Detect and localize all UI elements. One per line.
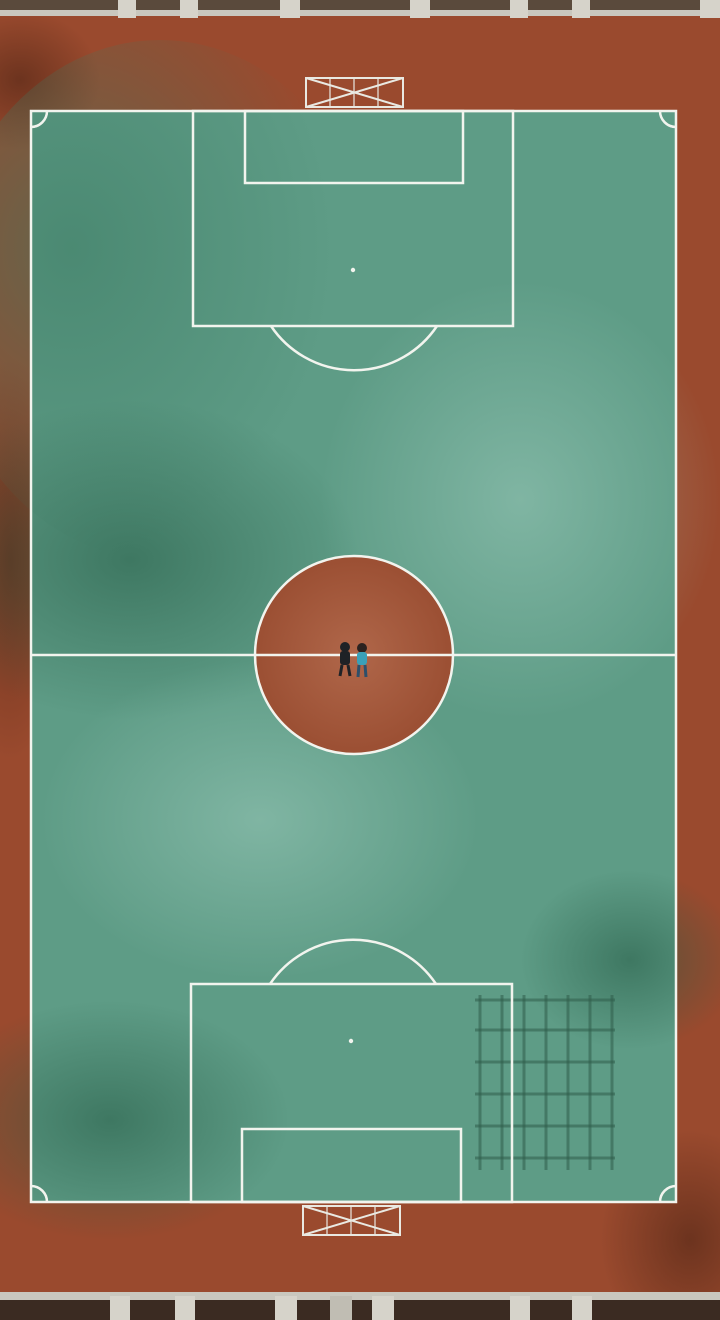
aerial-football-pitch-photo xyxy=(0,0,720,1320)
top-railing xyxy=(0,0,720,18)
pitch-illustration xyxy=(0,0,720,1320)
bottom-penalty-spot xyxy=(348,1038,354,1044)
top-penalty-spot xyxy=(350,267,356,273)
bottom-railing xyxy=(0,1292,720,1320)
